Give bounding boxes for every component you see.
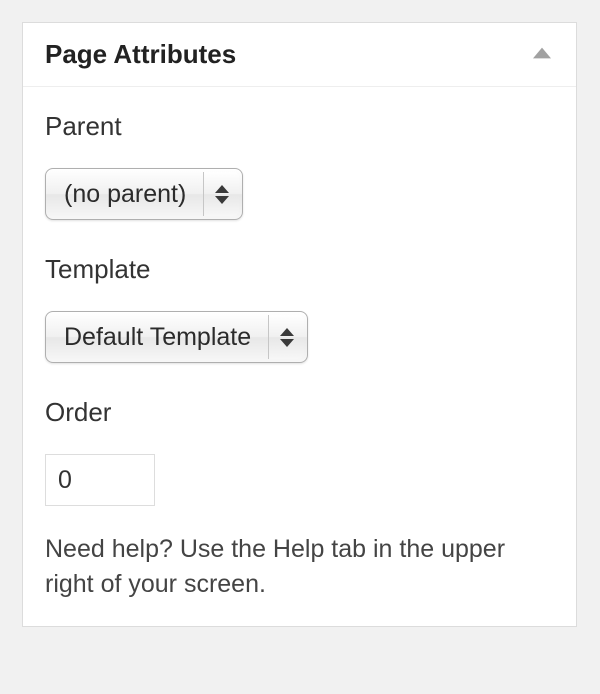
parent-label: Parent xyxy=(45,111,554,142)
help-text: Need help? Use the Help tab in the upper… xyxy=(45,532,554,602)
template-label: Template xyxy=(45,254,554,285)
panel-title: Page Attributes xyxy=(45,39,236,70)
panel-body: Parent (no parent) Template Default Temp… xyxy=(23,87,576,626)
triangle-up-icon xyxy=(533,47,551,62)
panel-toggle-button[interactable] xyxy=(530,43,554,67)
order-label: Order xyxy=(45,397,554,428)
panel-header: Page Attributes xyxy=(23,23,576,87)
order-input[interactable] xyxy=(45,454,155,506)
select-arrows-icon xyxy=(203,172,239,216)
page-attributes-panel: Page Attributes Parent (no parent) Templ… xyxy=(22,22,577,627)
template-select[interactable]: Default Template xyxy=(45,311,308,363)
select-arrows-icon xyxy=(268,315,304,359)
parent-select[interactable]: (no parent) xyxy=(45,168,243,220)
